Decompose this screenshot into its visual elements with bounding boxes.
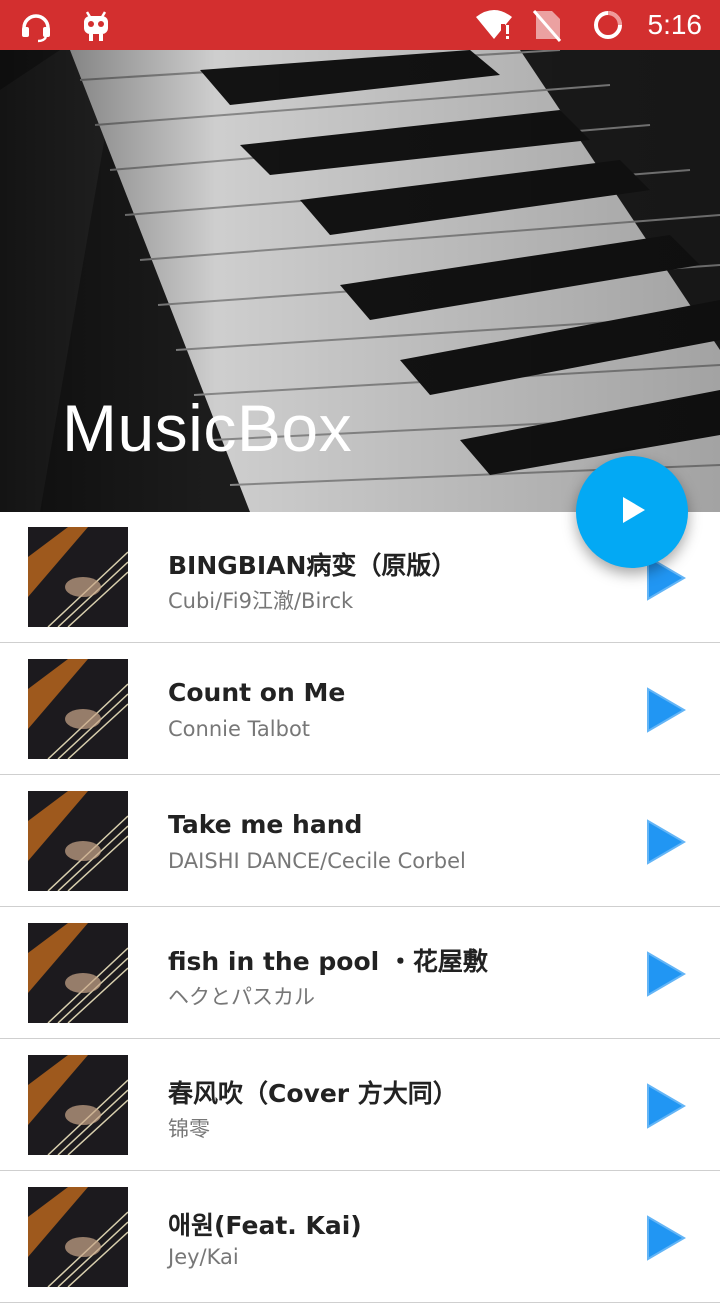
song-list-item[interactable]: 애원(Feat. Kai) Jey/Kai	[0, 1172, 720, 1303]
song-title: 春风吹（Cover 方大同）	[168, 1079, 458, 1108]
song-title: 애원(Feat. Kai)	[168, 1211, 362, 1240]
song-title: Count on Me	[168, 678, 346, 707]
play-song-button[interactable]	[640, 817, 690, 867]
song-list-item[interactable]: Count on Me Connie Talbot	[0, 644, 720, 775]
app-title: MusicBox	[62, 391, 353, 465]
song-list-item[interactable]: fish in the pool ・花屋敷 ヘクとパスカル	[0, 908, 720, 1039]
song-title: fish in the pool ・花屋敷	[168, 947, 488, 976]
song-list-item[interactable]: Take me hand DAISHI DANCE/Cecile Corbel	[0, 776, 720, 907]
header-banner: MusicBox	[0, 50, 720, 512]
song-artist: 锦零	[168, 1117, 210, 1141]
play-icon	[647, 1083, 686, 1129]
fab-play-button[interactable]	[576, 456, 688, 568]
play-icon	[647, 819, 686, 865]
album-cover	[28, 1187, 128, 1287]
no-sim-icon	[532, 7, 568, 43]
play-song-button[interactable]	[640, 1213, 690, 1263]
play-song-button[interactable]	[640, 949, 690, 999]
song-artist: ヘクとパスカル	[168, 985, 315, 1009]
play-song-button[interactable]	[640, 1081, 690, 1131]
album-cover	[28, 1055, 128, 1155]
song-artist: Jey/Kai	[168, 1245, 239, 1269]
play-icon	[647, 951, 686, 997]
song-title: Take me hand	[168, 810, 363, 839]
album-cover	[28, 527, 128, 627]
song-artist: DAISHI DANCE/Cecile Corbel	[168, 849, 466, 873]
song-artist: Connie Talbot	[168, 717, 311, 741]
android-debug-icon	[78, 8, 114, 44]
clock: 5:16	[647, 9, 703, 40]
song-list-item[interactable]: 春风吹（Cover 方大同） 锦零	[0, 1040, 720, 1171]
play-icon	[647, 1215, 686, 1261]
album-cover	[28, 659, 128, 759]
headset-icon	[18, 8, 54, 44]
play-icon	[647, 687, 686, 733]
status-bar: 5:16	[0, 0, 720, 50]
play-icon	[617, 495, 647, 529]
wifi-alert-icon	[474, 7, 512, 43]
album-cover	[28, 791, 128, 891]
sync-ring-icon	[590, 7, 626, 43]
song-title: BINGBIAN病变（原版）	[168, 551, 457, 580]
song-artist: Cubi/Fi9江澈/Birck	[168, 589, 354, 613]
play-song-button[interactable]	[640, 685, 690, 735]
album-cover	[28, 923, 128, 1023]
